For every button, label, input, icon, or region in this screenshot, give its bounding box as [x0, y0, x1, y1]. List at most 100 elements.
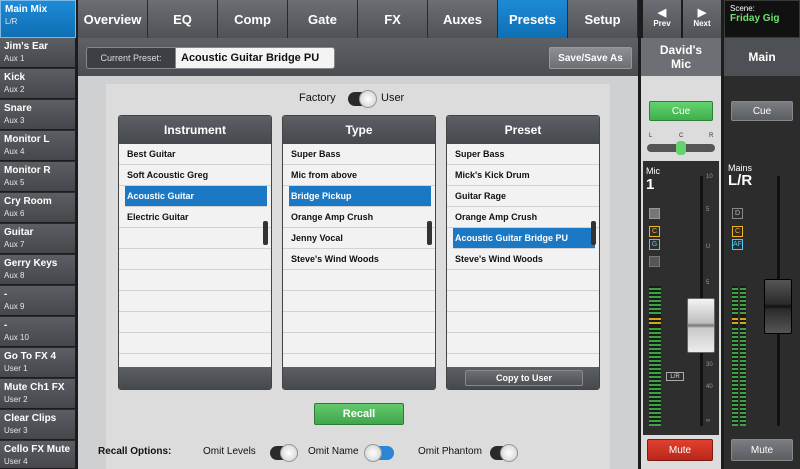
factory-label: Factory	[299, 92, 336, 104]
scene-indicator[interactable]: Scene: Friday Gig	[724, 0, 800, 38]
list-item-empty: .	[283, 291, 435, 312]
scale-label: 5	[706, 280, 710, 286]
list-item[interactable]: Super Bass	[283, 144, 435, 165]
mains-title: Main	[724, 38, 800, 76]
list-item[interactable]: Best Guitar	[119, 144, 271, 165]
tab-fx[interactable]: FX	[358, 0, 428, 38]
mix-item-sub: Aux 8	[4, 271, 25, 280]
list-item[interactable]: Mick's Kick Drum	[447, 165, 599, 186]
instrument-list: Instrument Best Guitar Soft Acoustic Gre…	[118, 115, 272, 390]
list-item[interactable]: Jenny Vocal	[283, 228, 435, 249]
instrument-list-rows: Best Guitar Soft Acoustic Greg Acoustic …	[119, 144, 271, 354]
tab-auxes[interactable]: Auxes	[428, 0, 498, 38]
list-item[interactable]: Orange Amp Crush	[283, 207, 435, 228]
tab-setup[interactable]: Setup	[568, 0, 638, 38]
tab-overview[interactable]: Overview	[78, 0, 148, 38]
mix-item-aux-6[interactable]: Cry Room Aux 6	[0, 193, 76, 223]
mix-item-aux-3[interactable]: Snare Aux 3	[0, 100, 76, 130]
mix-item-aux-10[interactable]: - Aux 10	[0, 317, 76, 347]
af-badge[interactable]: AF	[732, 239, 743, 250]
mix-item-user-4[interactable]: Cello FX Mute User 4	[0, 441, 76, 469]
mix-item-sub: Aux 6	[4, 209, 25, 218]
type-list: Type Super Bass Mic from above Bridge Pi…	[282, 115, 436, 390]
list-item-empty: .	[119, 333, 271, 354]
instrument-scrollbar[interactable]	[263, 221, 268, 245]
factory-user-switch[interactable]	[348, 90, 377, 108]
scale-label: 40	[706, 384, 713, 390]
channel-number: 1	[646, 176, 655, 193]
list-item[interactable]: Guitar Rage	[447, 186, 599, 207]
mix-item-user-1[interactable]: Go To FX 4 User 1	[0, 348, 76, 378]
type-list-rows: Super Bass Mic from above Bridge Pickup …	[283, 144, 435, 354]
comp-badge[interactable]: C	[732, 226, 743, 237]
lr-assign-tag[interactable]: L/R	[666, 372, 684, 381]
mix-item-name: Monitor L	[4, 134, 50, 145]
omit-name-label: Omit Name	[308, 446, 359, 457]
channel-cue-button[interactable]: Cue	[649, 101, 713, 121]
tab-eq[interactable]: EQ	[148, 0, 218, 38]
recall-options: Recall Options: Omit Levels Omit Name Om…	[98, 443, 666, 463]
channel-mute-button[interactable]: Mute	[647, 439, 713, 461]
pan-center-label: C	[679, 133, 684, 139]
list-item[interactable]: Electric Guitar	[119, 207, 271, 228]
list-item-empty: .	[119, 270, 271, 291]
type-list-header: Type	[283, 116, 435, 144]
list-item-selected[interactable]: Acoustic Guitar	[125, 186, 267, 207]
preset-scrollbar[interactable]	[591, 221, 596, 245]
mix-item-sub: Aux 7	[4, 240, 25, 249]
mains-meter-left	[732, 286, 738, 426]
recall-button[interactable]: Recall	[314, 403, 404, 425]
mains-mute-button[interactable]: Mute	[731, 439, 793, 461]
mix-item-aux-1[interactable]: Jim's Ear Aux 1	[0, 38, 76, 68]
mix-item-sub: Aux 3	[4, 116, 25, 125]
mains-cue-button[interactable]: Cue	[731, 101, 793, 121]
mix-item-aux-7[interactable]: Guitar Aux 7	[0, 224, 76, 254]
list-item[interactable]: Soft Acoustic Greg	[119, 165, 271, 186]
omit-phantom-switch[interactable]	[490, 444, 518, 462]
current-preset-bar: Current Preset: Acoustic Guitar Bridge P…	[78, 38, 638, 76]
type-scrollbar[interactable]	[427, 221, 432, 245]
scale-label: 10	[706, 174, 713, 180]
channel-strip: David's Mic Cue L C R Mic 1 C G 10 5 U 5…	[641, 38, 721, 469]
channel-fader-cap[interactable]	[687, 298, 715, 353]
list-item[interactable]: Mic from above	[283, 165, 435, 186]
list-item-selected[interactable]: Acoustic Guitar Bridge PU	[453, 228, 595, 249]
pan-control[interactable]: L C R	[645, 133, 717, 159]
list-item[interactable]: Steve's Wind Woods	[283, 249, 435, 270]
list-item[interactable]: Super Bass	[447, 144, 599, 165]
mix-item-main-mix[interactable]: Main Mix L/R	[0, 0, 76, 38]
list-item-selected[interactable]: Bridge Pickup	[289, 186, 431, 207]
mains-fader-cap[interactable]	[764, 279, 792, 334]
mix-item-aux-2[interactable]: Kick Aux 2	[0, 69, 76, 99]
current-preset-value: Acoustic Guitar Bridge PU	[175, 47, 335, 69]
tab-comp[interactable]: Comp	[218, 0, 288, 38]
mix-item-user-3[interactable]: Clear Clips User 3	[0, 410, 76, 440]
instrument-list-footer	[119, 367, 271, 389]
mix-item-aux-4[interactable]: Monitor L Aux 4	[0, 131, 76, 161]
next-button[interactable]: ▶ Next	[683, 0, 721, 38]
prev-button[interactable]: ◀ Prev	[643, 0, 681, 38]
dca-badge[interactable]: D	[732, 208, 743, 219]
list-item[interactable]: Orange Amp Crush	[447, 207, 599, 228]
list-item-empty: .	[119, 249, 271, 270]
preset-list-footer: Copy to User	[447, 367, 599, 389]
pan-knob[interactable]	[676, 141, 686, 155]
mix-item-aux-5[interactable]: Monitor R Aux 5	[0, 162, 76, 192]
gate-badge[interactable]: G	[649, 239, 660, 250]
mix-item-aux-9[interactable]: - Aux 9	[0, 286, 76, 316]
phantom-badge[interactable]	[649, 208, 660, 219]
mix-item-user-2[interactable]: Mute Ch1 FX User 2	[0, 379, 76, 409]
mix-item-sub: Aux 10	[4, 333, 29, 342]
tab-presets[interactable]: Presets	[498, 0, 568, 38]
save-as-button[interactable]: Save/Save As	[549, 47, 632, 69]
mix-item-sub: Aux 4	[4, 147, 25, 156]
mix-item-sub: Aux 1	[4, 54, 25, 63]
fx-badge[interactable]	[649, 256, 660, 267]
comp-badge[interactable]: C	[649, 226, 660, 237]
omit-levels-switch[interactable]	[270, 444, 298, 462]
omit-name-switch[interactable]	[364, 444, 394, 462]
mix-item-aux-8[interactable]: Gerry Keys Aux 8	[0, 255, 76, 285]
copy-to-user-button[interactable]: Copy to User	[465, 370, 583, 386]
list-item[interactable]: Steve's Wind Woods	[447, 249, 599, 270]
tab-gate[interactable]: Gate	[288, 0, 358, 38]
